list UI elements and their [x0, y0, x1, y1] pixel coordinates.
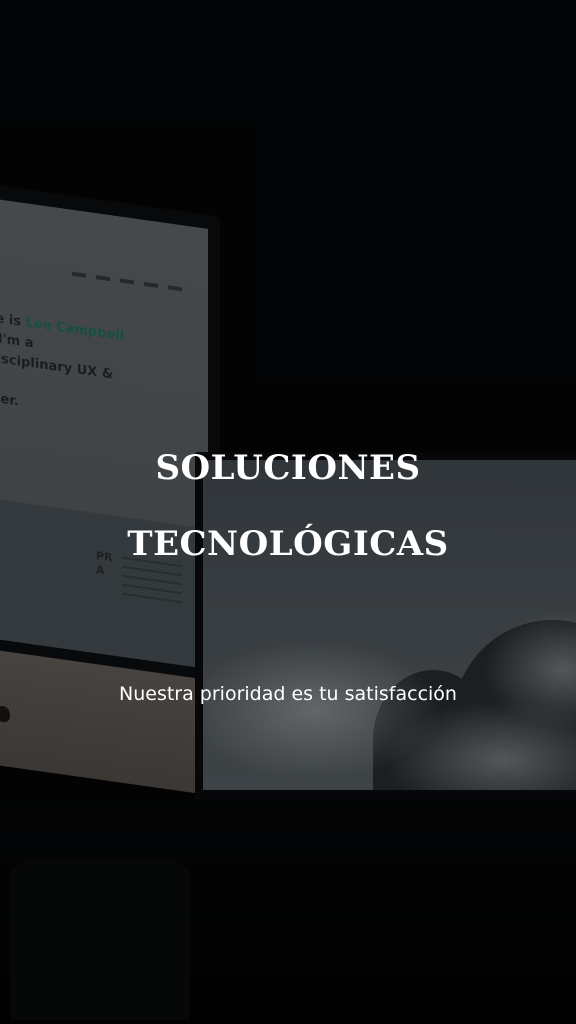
- dark-overlay: [0, 0, 576, 1024]
- hero-subtitle: Nuestra prioridad es tu satisfacción: [119, 683, 457, 705]
- hero-section: me is Lee Campbell & I'm a -disciplinary…: [0, 0, 576, 1024]
- hero-title-line-1: SOLUCIONES: [155, 448, 421, 488]
- hero-title-line-2: TECNOLÓGICAS: [127, 524, 449, 564]
